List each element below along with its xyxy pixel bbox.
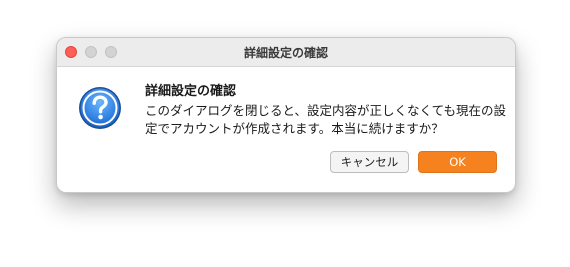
ok-button[interactable]: OK [418,151,497,173]
dialog-message: このダイアログを閉じると、設定内容が正しくなくても現在の設定でアカウントが作成さ… [145,103,507,136]
question-icon [78,86,122,130]
cancel-button[interactable]: キャンセル [330,151,409,173]
title-bar[interactable]: 詳細設定の確認 [57,38,515,67]
confirmation-dialog: 詳細設定の確認 詳細設定の確認 このダイアログを閉じると、設定内容が正しくなくて… [56,37,516,193]
dialog-heading: 詳細設定の確認 [145,84,237,99]
window-title: 詳細設定の確認 [243,46,328,60]
